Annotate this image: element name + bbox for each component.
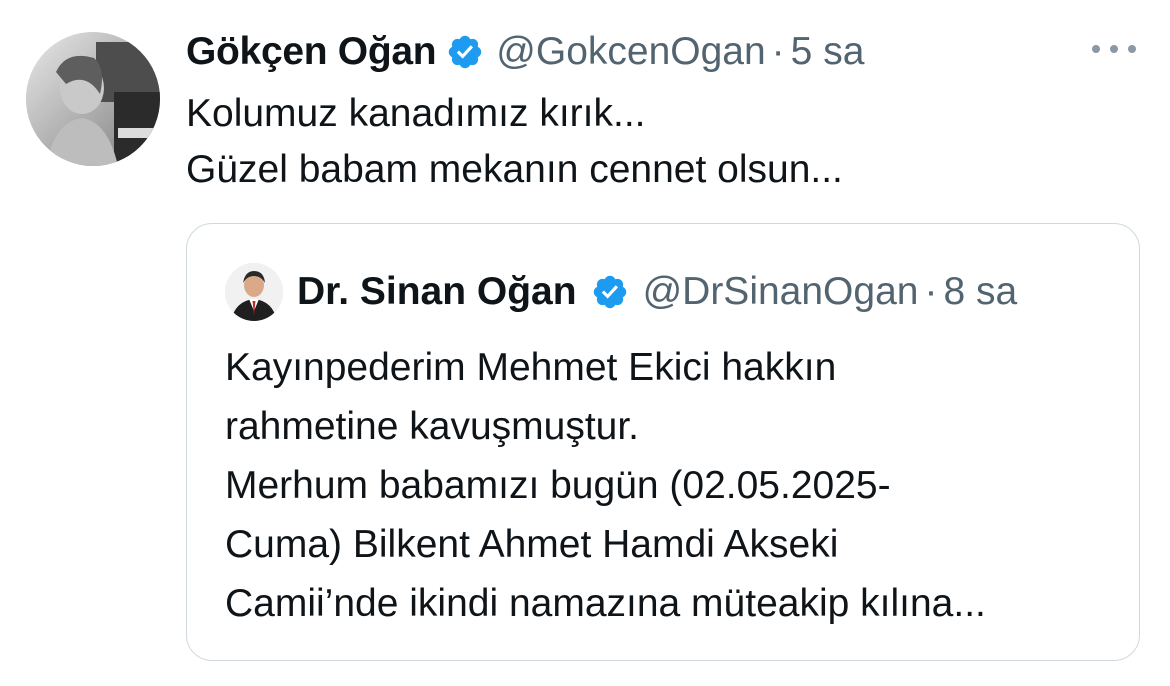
quoted-tweet-card[interactable]: Dr. Sinan Oğan @DrSinanOgan · 8 sa Kayın… [186,223,1140,661]
verified-badge-icon[interactable] [446,33,484,71]
quoted-text-line: rahmetine kavuşmuştur. [225,405,640,448]
verified-badge-icon[interactable] [591,273,629,311]
more-dot [1110,45,1118,53]
quoted-text-line: Cuma) Bilkent Ahmet Hamdi Akseki [225,523,839,566]
quoted-text-line: Merhum babamızı bugün (02.05.2025- [225,464,891,507]
tweet-time[interactable]: 5 sa [791,30,865,74]
more-dot [1092,45,1100,53]
quoted-tweet-time[interactable]: 8 sa [943,270,1017,314]
quoted-tweet-header: Dr. Sinan Oğan @DrSinanOgan · 8 sa [225,262,1017,322]
quoted-author-avatar[interactable] [225,263,283,321]
quoted-author-name[interactable]: Dr. Sinan Oğan [297,270,577,314]
tweet-text-line: Kolumuz kanadımız kırık... [186,92,646,135]
more-options-icon[interactable] [1092,38,1136,60]
tweet-text: Kolumuz kanadımız kırık... Güzel babam m… [186,86,843,198]
separator: · [924,270,938,313]
tweet-text-line: Güzel babam mekanın cennet olsun... [186,148,843,191]
quoted-text-line: Kayınpederim Mehmet Ekici hakkın [225,346,837,389]
separator: · [771,30,785,73]
author-name[interactable]: Gökçen Oğan [186,30,437,74]
author-handle[interactable]: @GokcenOgan [496,30,765,74]
author-avatar[interactable] [26,32,160,166]
quoted-tweet-text: Kayınpederim Mehmet Ekici hakkın rahmeti… [225,338,986,633]
quoted-author-handle[interactable]: @DrSinanOgan [643,270,919,314]
tweet-header: Gökçen Oğan @GokcenOgan · 5 sa [186,24,864,80]
quoted-avatar-photo [225,263,283,321]
quoted-text-line: Camii’nde ikindi namazına müteakip kılın… [225,582,986,625]
tweet[interactable]: Gökçen Oğan @GokcenOgan · 5 sa Kolumuz k… [0,0,1170,686]
more-dot [1128,45,1136,53]
avatar-photo [26,32,160,166]
